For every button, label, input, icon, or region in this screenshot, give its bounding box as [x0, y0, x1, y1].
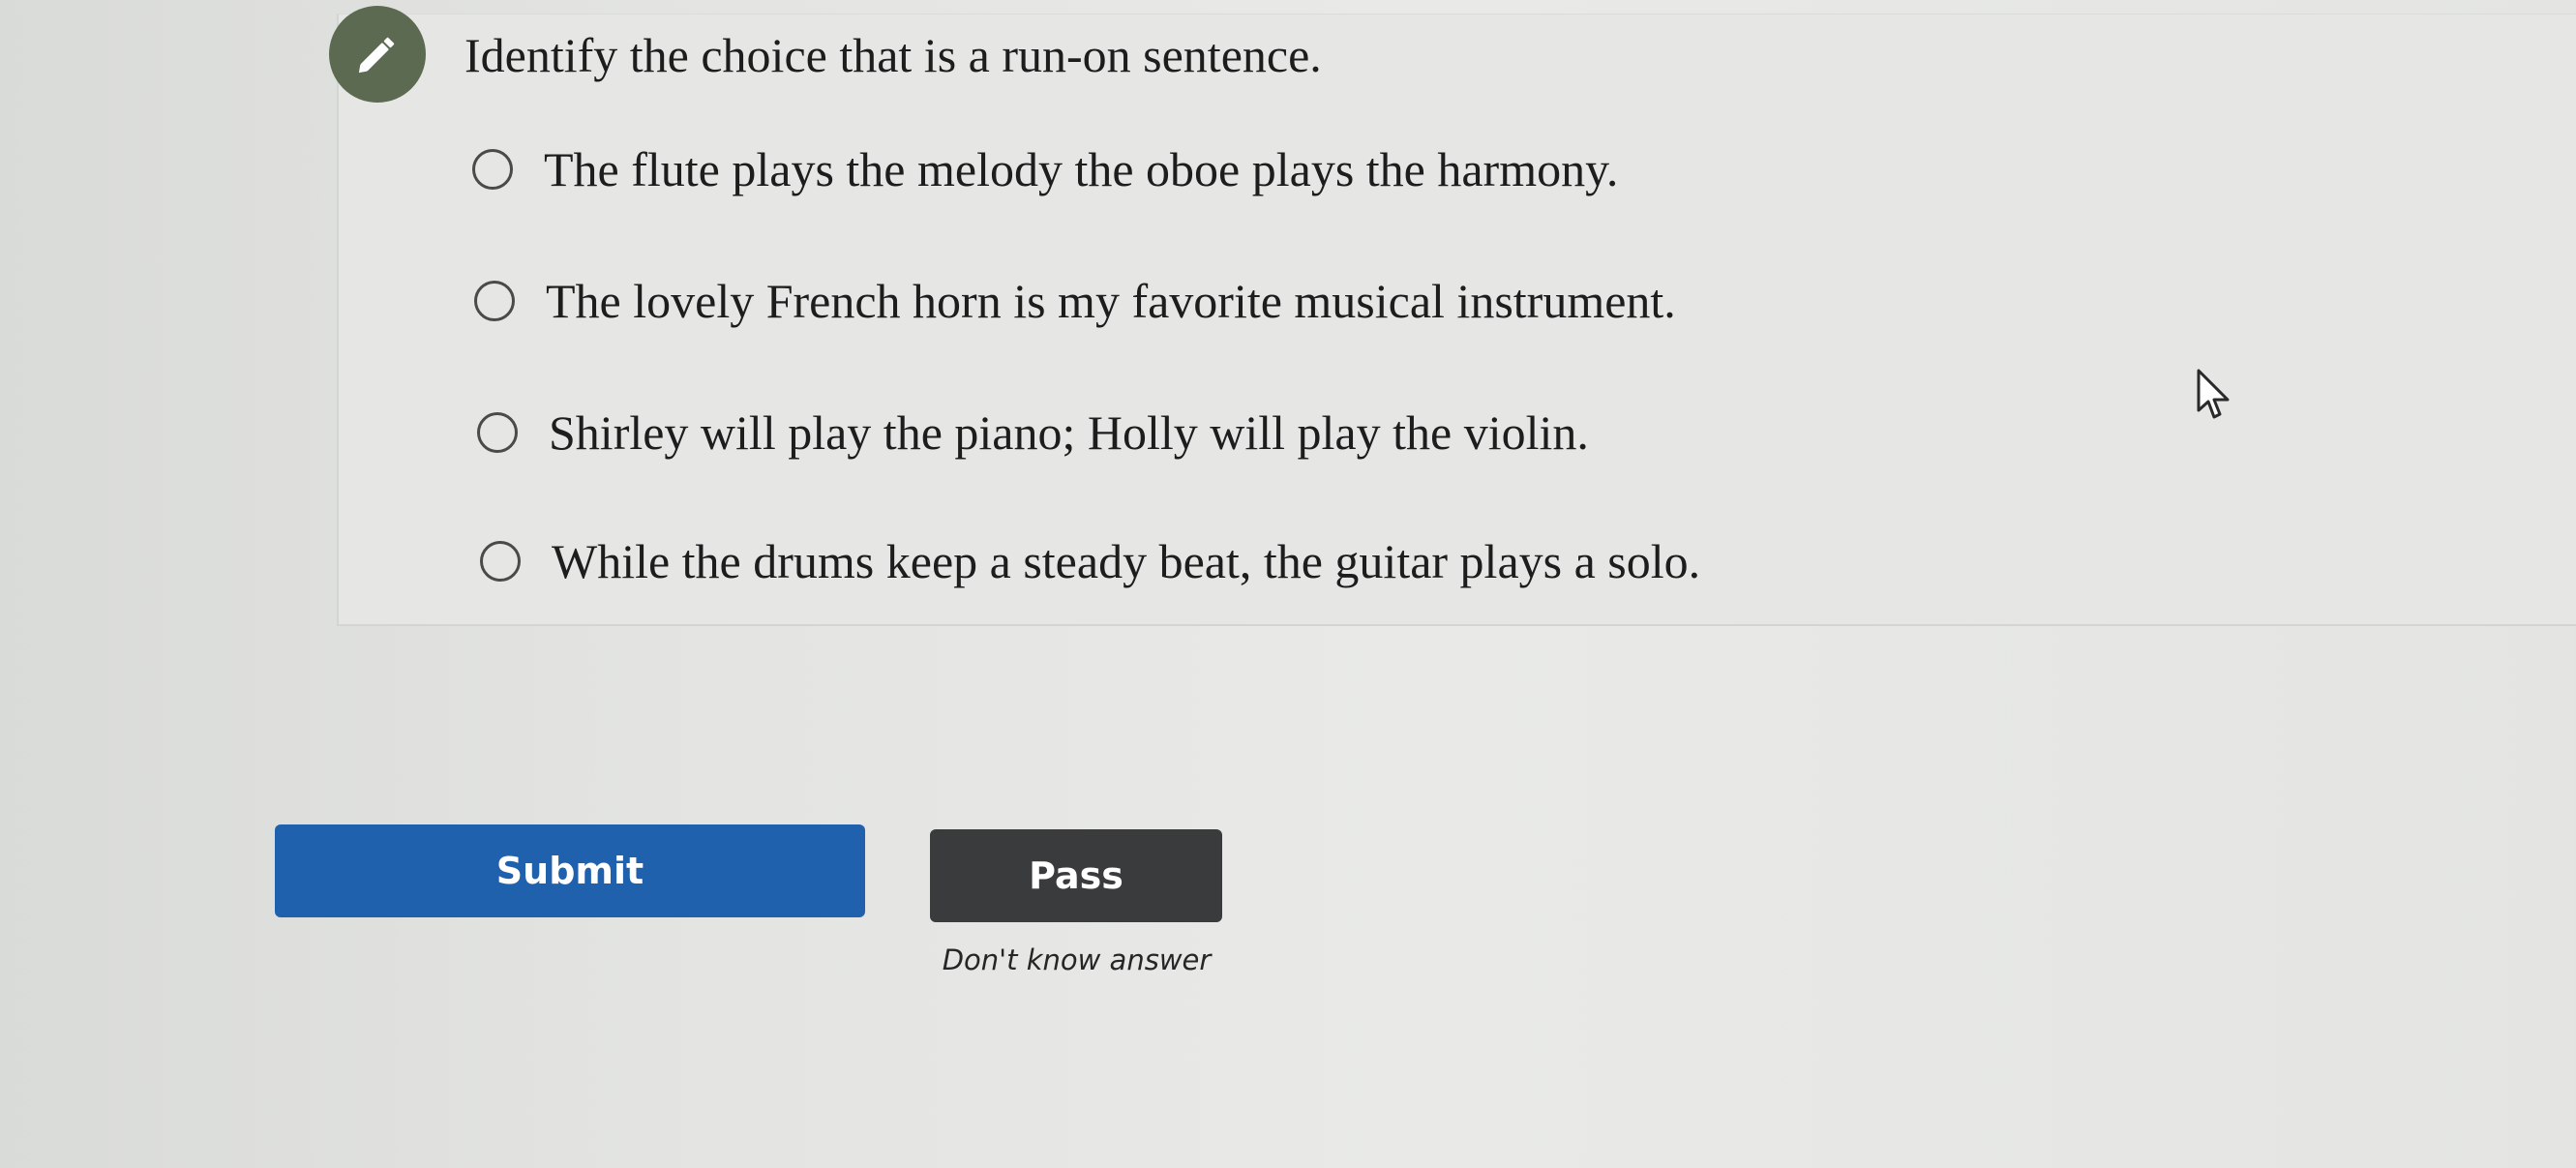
- radio-button-2[interactable]: [474, 281, 515, 321]
- answer-option-label[interactable]: Shirley will play the piano; Holly will …: [549, 404, 1589, 461]
- dont-know-answer-label: Don't know answer: [942, 943, 1212, 976]
- answer-option-4[interactable]: While the drums keep a steady beat, the …: [480, 527, 1700, 595]
- radio-button-4[interactable]: [480, 541, 521, 582]
- radio-button-3[interactable]: [477, 412, 518, 453]
- answer-option-label[interactable]: The lovely French horn is my favorite mu…: [546, 273, 1676, 329]
- answer-option-2[interactable]: The lovely French horn is my favorite mu…: [474, 267, 1676, 335]
- submit-button[interactable]: Submit: [275, 824, 865, 917]
- pass-button[interactable]: Pass: [930, 829, 1222, 922]
- answer-option-3[interactable]: Shirley will play the piano; Holly will …: [477, 399, 1589, 466]
- question-prompt: Identify the choice that is a run-on sen…: [464, 28, 1322, 82]
- answer-option-label[interactable]: The flute plays the melody the oboe play…: [544, 141, 1618, 197]
- pencil-icon: [358, 37, 395, 74]
- radio-button-1[interactable]: [472, 149, 513, 190]
- pencil-badge: [329, 6, 426, 103]
- answer-option-1[interactable]: The flute plays the melody the oboe play…: [472, 135, 1618, 203]
- arrow-cursor-icon: [2197, 369, 2230, 419]
- answer-option-label[interactable]: While the drums keep a steady beat, the …: [552, 533, 1700, 589]
